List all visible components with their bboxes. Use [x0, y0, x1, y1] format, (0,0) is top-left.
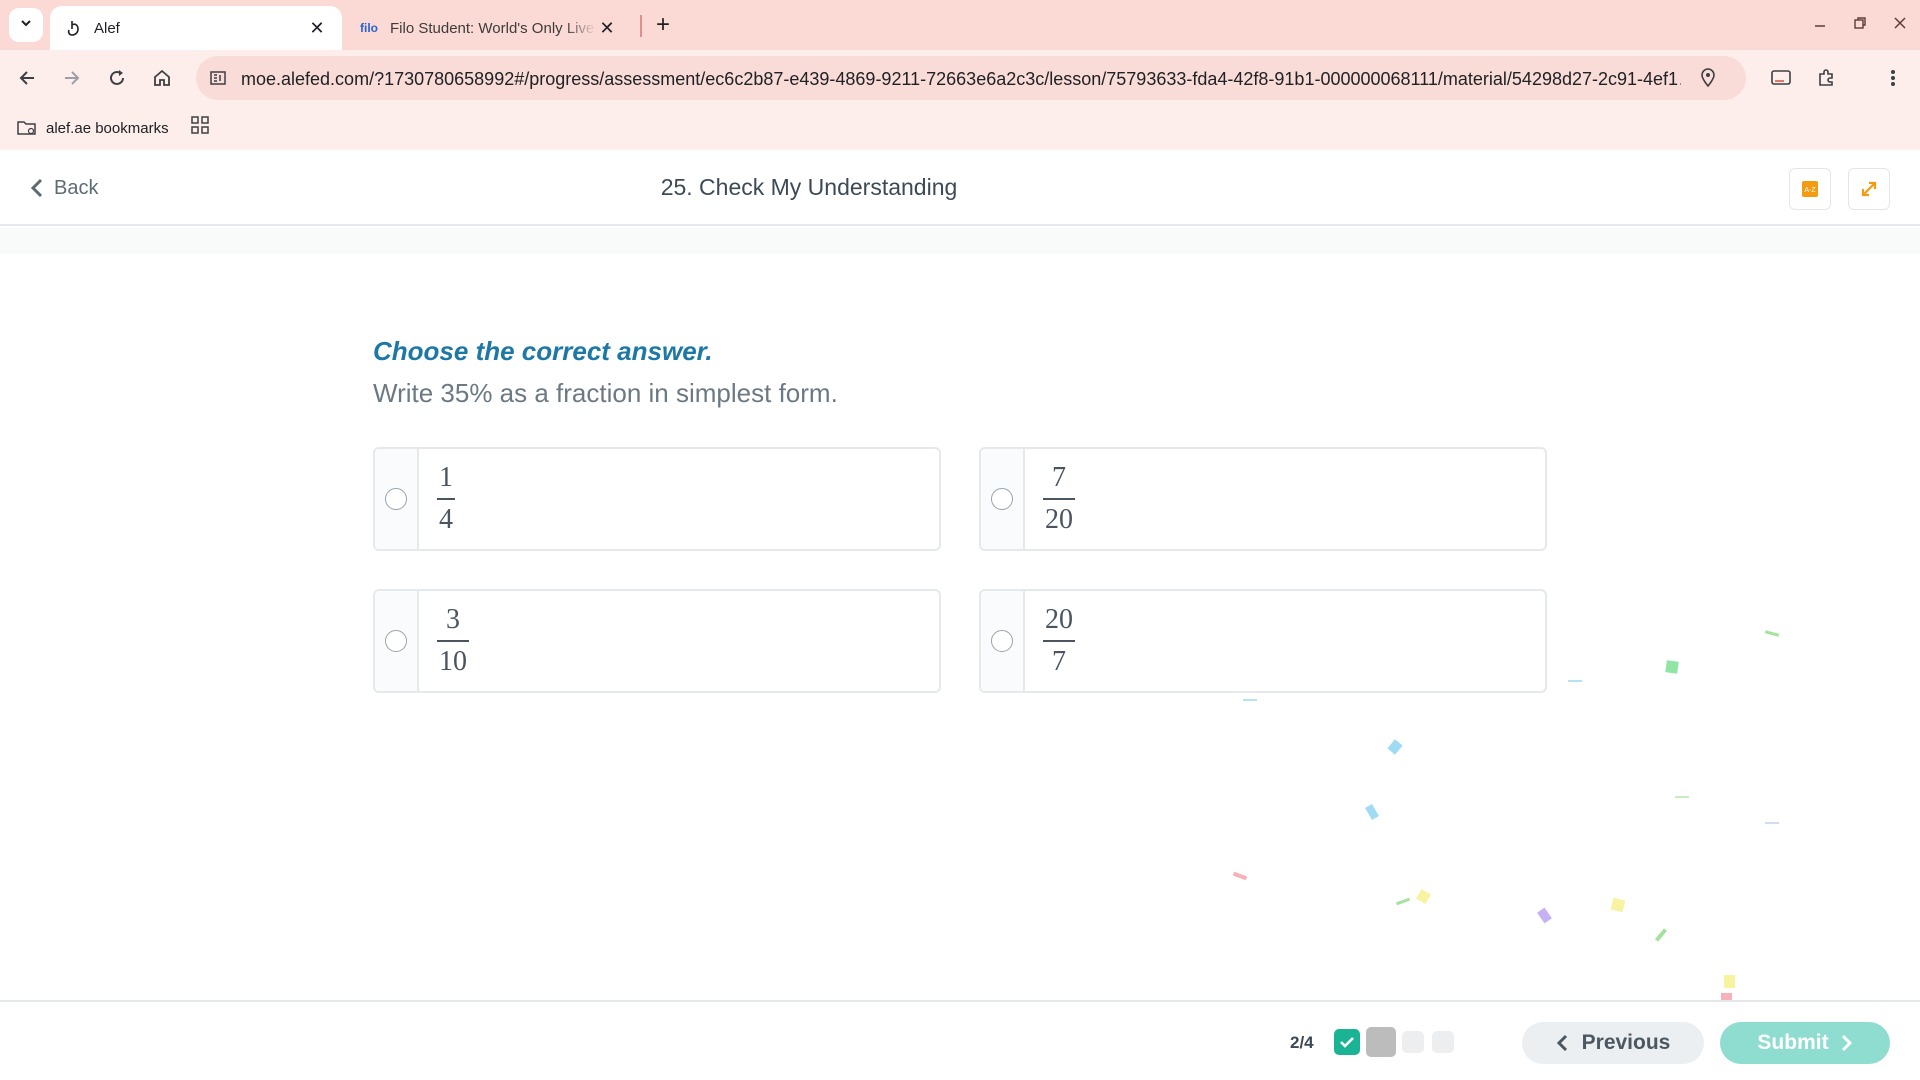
fraction-numerator: 7 — [1052, 462, 1066, 494]
svg-text:A-Z: A-Z — [1804, 187, 1816, 194]
tab-title: Alef — [94, 19, 120, 37]
progress-step-1-done[interactable] — [1334, 1029, 1360, 1055]
close-icon[interactable]: ✕ — [306, 17, 328, 39]
reload-icon[interactable] — [100, 61, 134, 95]
question-prompt: Write 35% as a fraction in simplest form… — [373, 378, 838, 408]
tab-filo[interactable]: filo Filo Student: World's Only Live Ins… — [346, 6, 632, 50]
confetti-piece — [1610, 897, 1626, 913]
chevron-down-icon — [19, 16, 33, 35]
option-radio-column — [375, 591, 419, 691]
confetti-piece — [1243, 699, 1257, 701]
browser-tabstrip: Alef ✕ filo Filo Student: World's Only L… — [0, 0, 1920, 50]
question-instruction: Choose the correct answer. — [373, 336, 713, 366]
minimize-icon[interactable] — [1802, 8, 1838, 38]
option-radio-column — [981, 591, 1025, 691]
address-bar[interactable]: moe.alefed.com/?1730780658992#/progress/… — [196, 56, 1746, 100]
location-pin-icon[interactable] — [1696, 66, 1720, 90]
checkmark-icon — [1340, 1037, 1354, 1048]
confetti-piece — [1724, 975, 1735, 988]
glossary-az-icon: A-Z — [1800, 179, 1820, 199]
progress-counter: 2/4 — [1290, 1033, 1314, 1052]
content-top-band — [0, 228, 1920, 254]
more-menu-icon[interactable] — [1876, 61, 1910, 95]
submit-button[interactable]: Submit — [1720, 1022, 1890, 1064]
progress-step-2-current[interactable] — [1366, 1027, 1396, 1057]
fullscreen-button[interactable] — [1848, 168, 1890, 210]
fraction-denominator: 10 — [439, 645, 467, 677]
option-radio-column — [375, 449, 419, 549]
fraction-denominator: 4 — [439, 503, 453, 535]
fraction-numerator: 3 — [446, 604, 460, 636]
answer-option-2[interactable]: 7 20 — [979, 447, 1547, 551]
fraction: 1 4 — [437, 464, 455, 534]
confetti-piece — [1665, 660, 1679, 674]
tab-alef[interactable]: Alef ✕ — [50, 6, 342, 50]
tab-search-button[interactable] — [9, 8, 43, 42]
new-tab-button[interactable]: + — [648, 10, 678, 40]
fraction-denominator: 20 — [1045, 503, 1073, 535]
folder-icon — [16, 119, 38, 137]
restore-icon[interactable] — [1842, 8, 1878, 38]
confetti-piece — [1675, 796, 1689, 798]
chevron-left-icon — [1556, 1034, 1567, 1052]
confetti-piece — [1765, 822, 1779, 824]
chevron-right-icon — [1841, 1034, 1852, 1052]
fraction-numerator: 1 — [439, 462, 453, 494]
fraction: 3 10 — [437, 606, 469, 676]
tab-title: Filo Student: World's Only Live Instant … — [390, 19, 596, 37]
tab-separator — [640, 15, 642, 37]
confetti-piece — [1365, 803, 1379, 821]
confetti-piece — [1654, 928, 1668, 942]
answer-option-4[interactable]: 20 7 — [979, 589, 1547, 693]
option-radio[interactable] — [385, 630, 407, 652]
option-content: 20 7 — [1025, 591, 1545, 691]
bookmark-label: alef.ae bookmarks — [46, 119, 169, 137]
forward-arrow-icon[interactable] — [55, 61, 89, 95]
extensions-puzzle-icon[interactable] — [1809, 61, 1843, 95]
glossary-button[interactable]: A-Z — [1789, 168, 1831, 210]
browser-toolbar: moe.alefed.com/?1730780658992#/progress/… — [0, 50, 1920, 106]
option-radio-column — [981, 449, 1025, 549]
progress-step-4[interactable] — [1432, 1031, 1454, 1053]
window-close-icon[interactable] — [1882, 8, 1918, 38]
expand-icon — [1859, 179, 1879, 199]
url-text: moe.alefed.com/?1730780658992#/progress/… — [241, 69, 1681, 89]
filo-favicon-icon: filo — [360, 21, 378, 35]
home-icon[interactable] — [145, 61, 179, 95]
confetti-piece — [1395, 897, 1411, 906]
page-title: 25. Check My Understanding — [660, 174, 958, 200]
fraction: 20 7 — [1043, 606, 1075, 676]
apps-grid-icon[interactable] — [189, 114, 213, 138]
option-radio[interactable] — [385, 488, 407, 510]
confetti-piece — [1387, 739, 1403, 755]
fraction-numerator: 20 — [1045, 604, 1073, 636]
fraction: 7 20 — [1043, 464, 1075, 534]
confetti-piece — [1568, 680, 1582, 682]
submit-label: Submit — [1757, 1031, 1829, 1054]
option-radio[interactable] — [991, 488, 1013, 510]
back-arrow-icon[interactable] — [10, 61, 44, 95]
bookmark-folder[interactable]: alef.ae bookmarks — [16, 114, 169, 142]
option-content: 3 10 — [419, 591, 939, 691]
option-radio[interactable] — [991, 630, 1013, 652]
alef-favicon-icon — [64, 18, 84, 38]
answer-option-1[interactable]: 1 4 — [373, 447, 941, 551]
cast-icon[interactable] — [1764, 61, 1798, 95]
previous-button[interactable]: Previous — [1522, 1022, 1704, 1064]
confetti-piece — [1415, 888, 1432, 905]
site-info-icon[interactable] — [206, 66, 230, 90]
bookmarks-bar: alef.ae bookmarks — [0, 106, 1920, 150]
lesson-header: Back 25. Check My Understanding A-Z — [0, 150, 1920, 226]
option-content: 7 20 — [1025, 449, 1545, 549]
previous-label: Previous — [1581, 1031, 1671, 1054]
confetti-piece — [1232, 871, 1248, 881]
confetti-piece — [1764, 630, 1780, 637]
progress-step-3[interactable] — [1402, 1031, 1424, 1053]
confetti-piece — [1537, 907, 1552, 924]
answer-option-3[interactable]: 3 10 — [373, 589, 941, 693]
fraction-denominator: 7 — [1052, 645, 1066, 677]
close-icon[interactable]: ✕ — [596, 17, 618, 39]
option-content: 1 4 — [419, 449, 939, 549]
assessment-footer: 2/4 Previous Submit — [0, 1000, 1920, 1080]
